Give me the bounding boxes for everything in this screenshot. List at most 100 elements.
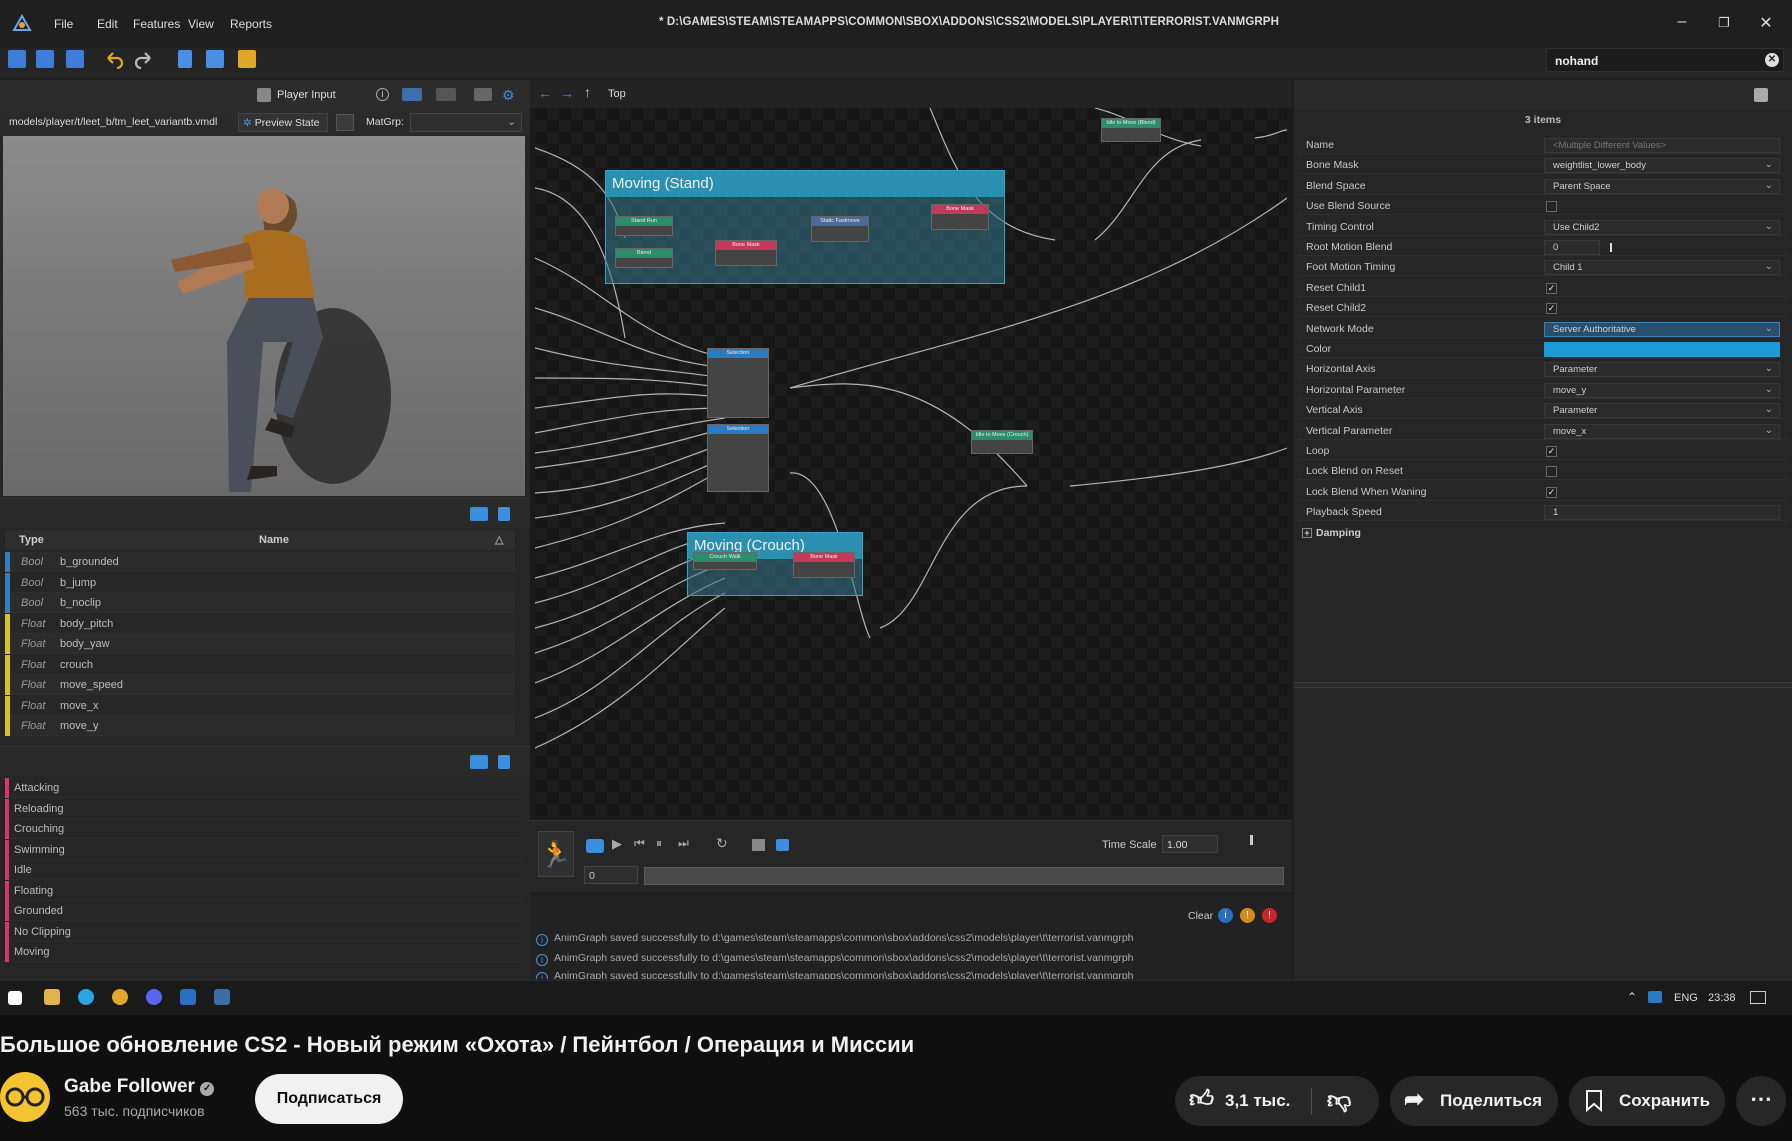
frame-input[interactable]: 0 — [584, 866, 638, 884]
delete-icon[interactable] — [498, 507, 510, 521]
property-select[interactable]: Use Child2 ⌄ — [1544, 219, 1780, 235]
steam-tray-icon[interactable] — [1648, 991, 1662, 1003]
pause-icon[interactable]: ⏸ — [656, 836, 662, 851]
record-icon[interactable] — [586, 839, 604, 853]
name-column-header[interactable]: Name — [259, 530, 289, 550]
add-state-icon[interactable] — [470, 755, 488, 769]
parameter-row[interactable]: Float crouch — [5, 654, 515, 675]
node-stand-run[interactable]: Stand Run — [615, 216, 673, 236]
windows-start-icon[interactable] — [8, 991, 22, 1005]
property-checkbox[interactable]: ✓ — [1546, 486, 1557, 498]
parameter-row[interactable]: Float move_y — [5, 716, 515, 736]
node-bone-mask[interactable]: Bone Mask — [715, 240, 777, 266]
video-frame[interactable]: File Edit Features View Reports * D:\GAM… — [0, 0, 1792, 1015]
property-checkbox[interactable] — [1546, 201, 1557, 213]
eye-icon[interactable] — [436, 88, 456, 101]
paste-icon[interactable] — [238, 50, 256, 68]
tag-row[interactable]: Floating — [5, 880, 523, 901]
property-select[interactable]: Parameter ⌄ — [1544, 362, 1780, 378]
step-back-icon[interactable]: ⏮ — [634, 836, 645, 851]
tag-row[interactable]: Crouching — [5, 819, 523, 839]
parameter-row[interactable]: Float move_speed — [5, 675, 515, 695]
tag-row[interactable]: Moving — [5, 942, 523, 962]
tag-row[interactable]: Attacking — [5, 778, 523, 798]
tag-row[interactable]: Reloading — [5, 798, 523, 819]
property-checkbox[interactable]: ✓ — [1546, 446, 1557, 457]
discord-icon[interactable] — [146, 989, 162, 1005]
menu-features[interactable]: Features — [133, 17, 180, 31]
add-parameter-icon[interactable] — [470, 507, 488, 521]
parameter-row[interactable]: Bool b_noclip — [5, 593, 515, 613]
node-bone-mask[interactable]: Bone Mask — [793, 552, 855, 578]
property-select[interactable]: Parameter ⌄ — [1544, 403, 1780, 419]
menu-view[interactable]: View — [188, 17, 214, 31]
document-icon[interactable] — [178, 50, 192, 68]
clock[interactable]: 23:38 — [1708, 992, 1736, 1004]
model-preview-viewport[interactable] — [3, 136, 525, 496]
property-text-input[interactable]: <Multiple Different Values> — [1544, 138, 1780, 153]
tag-row[interactable]: Grounded — [5, 901, 523, 921]
parameter-row[interactable]: Float move_x — [5, 695, 515, 716]
panel-splitter[interactable] — [1294, 682, 1792, 688]
graph-canvas[interactable]: Moving (Stand) Moving (Crouch) Stand Run… — [535, 108, 1287, 816]
matgrp-select[interactable]: ⌄ — [410, 113, 522, 132]
property-checkbox[interactable]: ✓ — [1546, 282, 1557, 294]
property-select[interactable]: weightlist_lower_body ⌄ — [1544, 158, 1780, 174]
timeline-scrubber[interactable] — [644, 867, 1284, 885]
search-input[interactable]: nohand ✕ — [1546, 48, 1784, 72]
settings-gear-icon[interactable]: ⚙ — [502, 87, 515, 104]
file-explorer-icon[interactable] — [44, 989, 60, 1005]
breadcrumb[interactable]: Top — [608, 88, 626, 100]
property-select[interactable]: move_x ⌄ — [1544, 423, 1780, 439]
node-selection[interactable]: Selection — [707, 424, 769, 492]
parameter-row[interactable]: Bool b_grounded — [5, 552, 515, 572]
sbox-icon[interactable] — [180, 989, 196, 1005]
chrome-icon[interactable] — [112, 989, 128, 1005]
subscribe-button[interactable]: Подписаться — [255, 1074, 403, 1124]
preview-state-button[interactable]: ✲ Preview State — [238, 113, 328, 132]
color-swatch[interactable] — [1544, 342, 1780, 357]
camera-icon[interactable] — [776, 839, 789, 851]
steam-icon[interactable] — [214, 989, 230, 1005]
new-file-icon[interactable] — [8, 50, 26, 68]
property-checkbox[interactable]: ✓ — [1546, 303, 1557, 315]
loop-icon[interactable]: ↻ — [716, 835, 728, 852]
dislike-button[interactable]: 👎︎ — [1327, 1076, 1351, 1126]
save-icon[interactable] — [66, 50, 84, 68]
property-select[interactable]: Parent Space ⌄ — [1544, 178, 1780, 194]
property-select[interactable]: Child 1 ⌄ — [1544, 260, 1780, 276]
clear-console-button[interactable]: Clear — [1188, 910, 1213, 922]
player-input-label[interactable]: Player Input — [277, 89, 336, 101]
type-column-header[interactable]: Type — [19, 530, 44, 550]
redo-icon[interactable] — [134, 49, 154, 69]
model-path[interactable]: models/player/t/leet_b/tm_leet_variantb.… — [9, 116, 217, 128]
more-actions-icon[interactable]: ⋯ — [1736, 1076, 1786, 1126]
property-checkbox[interactable] — [1546, 466, 1557, 478]
material-icon[interactable] — [336, 114, 354, 131]
step-forward-icon[interactable]: ⏭ — [678, 836, 689, 851]
error-filter-icon[interactable]: ! — [1262, 908, 1277, 923]
open-file-icon[interactable] — [36, 50, 54, 68]
property-number-input[interactable]: 0 — [1544, 240, 1600, 255]
node-crouch-walk[interactable]: Crouch Walk — [693, 552, 757, 570]
up-arrow-icon[interactable]: ↑ — [584, 84, 591, 100]
notification-icon[interactable] — [1750, 991, 1766, 1004]
camera-icon[interactable] — [402, 88, 422, 101]
like-button[interactable]: 👍︎ 3,1 тыс. — [1175, 1076, 1311, 1126]
clipboard-icon[interactable] — [1754, 88, 1768, 102]
property-text-input[interactable]: 1 — [1544, 505, 1780, 521]
save-button[interactable]: Сохранить — [1569, 1076, 1725, 1126]
minimize-button[interactable]: – — [1672, 13, 1692, 31]
undo-icon[interactable] — [104, 49, 124, 69]
clear-search-icon[interactable]: ✕ — [1765, 53, 1779, 67]
stop-icon[interactable] — [752, 839, 765, 851]
back-arrow-icon[interactable]: ← — [538, 85, 552, 101]
telegram-icon[interactable] — [78, 989, 94, 1005]
sort-icon[interactable]: △ — [495, 530, 503, 550]
property-select[interactable]: Server Authoritative ⌄ — [1544, 321, 1780, 337]
parameter-row[interactable]: Float body_yaw — [5, 634, 515, 654]
parameter-row[interactable]: Bool b_jump — [5, 572, 515, 593]
play-icon[interactable]: ▶ — [612, 836, 622, 852]
menu-file[interactable]: File — [54, 17, 73, 31]
property-select[interactable]: move_y ⌄ — [1544, 382, 1780, 398]
